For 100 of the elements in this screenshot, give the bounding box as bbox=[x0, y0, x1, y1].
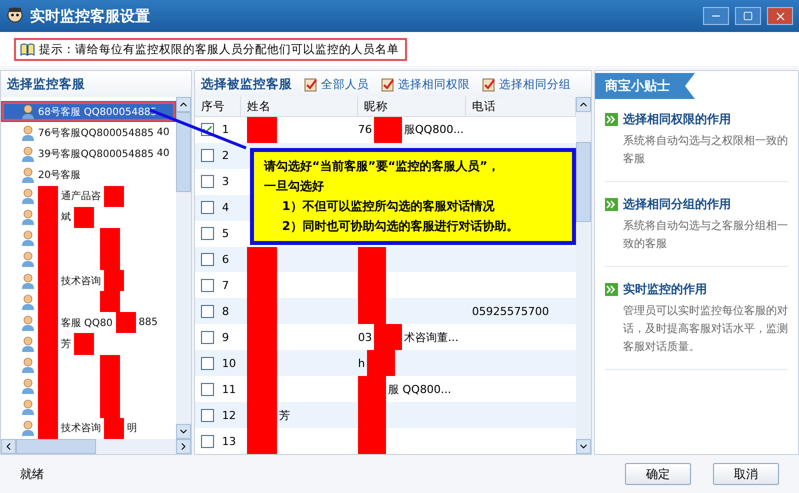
person-icon bbox=[21, 230, 35, 246]
dialog-button[interactable]: 取消 bbox=[713, 463, 779, 485]
person-icon bbox=[21, 420, 35, 436]
maximize-icon bbox=[743, 11, 753, 21]
redaction-bar bbox=[358, 298, 386, 324]
checkbox[interactable] bbox=[201, 434, 214, 448]
person-icon bbox=[21, 314, 35, 331]
agent-list-item[interactable]: 技术咨询 明 bbox=[1, 418, 176, 439]
redaction-bar bbox=[247, 116, 277, 143]
redaction-bar bbox=[74, 333, 94, 354]
redaction-bar bbox=[358, 428, 386, 454]
agent-list-item[interactable]: 通产品咨 bbox=[1, 186, 176, 207]
agent-list-item[interactable]: 76号客服QQ800054885 40 bbox=[1, 122, 176, 144]
hint-text: 提示：请给每位有监控权限的客服人员分配他们可以监控的人员名单 bbox=[39, 42, 399, 56]
dialog-button[interactable]: 确定 bbox=[625, 463, 691, 485]
checkbox[interactable] bbox=[201, 356, 214, 370]
tip-text: 系统将自动勾选与之客服分组相一致的客服 bbox=[622, 218, 788, 252]
vertical-scrollbar[interactable] bbox=[176, 97, 191, 439]
agent-list-item[interactable]: 技术咨询 bbox=[1, 270, 176, 292]
toolbar-link[interactable]: 选择相同权限 bbox=[381, 76, 470, 92]
person-icon bbox=[21, 336, 35, 352]
checkbox[interactable] bbox=[201, 330, 214, 344]
row-number: 12 bbox=[222, 408, 236, 422]
cell-text: 通产品咨 bbox=[61, 190, 101, 204]
tip-title: 选择相同权限的作用 bbox=[605, 111, 788, 128]
column-header: 昵称 bbox=[358, 97, 466, 116]
clipboard-icon bbox=[381, 76, 395, 92]
cell-text: 芳 bbox=[279, 408, 290, 423]
maximize-button[interactable] bbox=[735, 7, 761, 25]
row-number: 6 bbox=[222, 252, 229, 266]
mascot-icon bbox=[6, 7, 24, 25]
person-icon bbox=[21, 378, 35, 394]
person-icon bbox=[21, 104, 35, 120]
row-number: 9 bbox=[222, 330, 229, 344]
row-number: 4 bbox=[222, 201, 229, 214]
tip-text: 系统将自动勾选与之权限相一致的客服 bbox=[622, 133, 788, 167]
agent-list-item[interactable]: 20号客服 bbox=[1, 164, 176, 186]
agent-list-item[interactable]: 芳 bbox=[1, 333, 176, 354]
person-icon bbox=[21, 124, 35, 141]
checkbox[interactable] bbox=[201, 382, 214, 396]
callout-text: 1）不但可以监控所勾选的客服对话情况 bbox=[281, 198, 496, 215]
person-icon bbox=[21, 294, 35, 310]
person-icon bbox=[21, 357, 35, 374]
row-number: 7 bbox=[222, 278, 229, 292]
checkbox[interactable] bbox=[201, 304, 214, 318]
toolbar-link[interactable]: 全部人员 bbox=[304, 76, 369, 92]
tips-title: 商宝小贴士 bbox=[595, 73, 695, 99]
redaction-bar bbox=[116, 312, 136, 334]
person-icon bbox=[21, 146, 35, 162]
redaction-bar bbox=[104, 186, 124, 207]
horizontal-scrollbar[interactable] bbox=[1, 439, 191, 454]
person-icon bbox=[21, 209, 35, 226]
double-chevron-icon bbox=[605, 198, 618, 212]
cell-text: h bbox=[358, 356, 365, 370]
cell-text: 68号客服 QQ800054885 bbox=[38, 106, 157, 119]
checkbox[interactable] bbox=[201, 278, 214, 292]
agent-list-item[interactable]: 斌 bbox=[1, 206, 176, 228]
person-icon bbox=[21, 272, 35, 289]
row-number: 2 bbox=[222, 149, 229, 162]
checkbox[interactable] bbox=[201, 175, 214, 188]
checkbox[interactable] bbox=[201, 201, 214, 214]
cell-text: 76 bbox=[358, 123, 372, 136]
checkbox[interactable] bbox=[201, 252, 214, 266]
redaction-bar bbox=[100, 228, 120, 249]
callout-text: 请勾选好“当前客服”要“监控的客服人员”， bbox=[264, 158, 501, 175]
close-button[interactable] bbox=[767, 7, 793, 25]
callout-text: 2）同时也可协助勾选的客服进行对话协助。 bbox=[281, 218, 520, 235]
checkbox[interactable] bbox=[201, 408, 214, 422]
cell-text: 服QQ800... bbox=[404, 122, 464, 138]
scrollbar-thumb[interactable] bbox=[16, 439, 96, 454]
clipboard-icon bbox=[482, 76, 496, 92]
cell-text: 20号客服 bbox=[38, 168, 81, 182]
scrollbar-thumb[interactable] bbox=[576, 142, 591, 222]
redaction-bar bbox=[247, 246, 277, 272]
checkbox[interactable] bbox=[201, 149, 214, 162]
row-number: 8 bbox=[222, 304, 229, 318]
tip-text: 管理员可以实时监控每位客服的对话，及时提高客服对话水平，监测客服对话质量。 bbox=[622, 303, 788, 355]
book-icon bbox=[20, 42, 35, 56]
agent-list-item[interactable]: 39号客服QQ800054885 40 bbox=[1, 143, 176, 164]
redaction-bar bbox=[374, 116, 402, 143]
agent-list-item[interactable]: 68号客服 QQ800054885 bbox=[1, 101, 176, 122]
row-number: 1 bbox=[222, 123, 229, 136]
double-chevron-icon bbox=[605, 283, 618, 296]
scrollbar-thumb[interactable] bbox=[176, 112, 191, 192]
toolbar-link[interactable]: 选择相同分组 bbox=[482, 76, 571, 92]
panel-title: 选择监控客服 bbox=[7, 76, 85, 92]
redaction-bar bbox=[38, 186, 58, 207]
tip-title: 选择相同分组的作用 bbox=[605, 196, 788, 214]
cell-text: 40 bbox=[156, 127, 170, 138]
checkbox[interactable] bbox=[201, 227, 214, 240]
tip-title: 实时监控的作用 bbox=[605, 281, 788, 298]
vertical-scrollbar[interactable] bbox=[576, 97, 591, 454]
redaction-bar bbox=[247, 428, 277, 454]
phone-text: 05925575700 bbox=[472, 304, 549, 318]
panel-title: 选择被监控客服 bbox=[201, 76, 292, 92]
agent-list-item[interactable]: 客服 QQ80 885 bbox=[1, 312, 176, 334]
person-icon bbox=[21, 188, 35, 204]
cell-text: 技术咨询 bbox=[61, 422, 101, 436]
redaction-bar bbox=[374, 324, 402, 350]
window-title: 实时监控客服设置 bbox=[30, 6, 151, 26]
